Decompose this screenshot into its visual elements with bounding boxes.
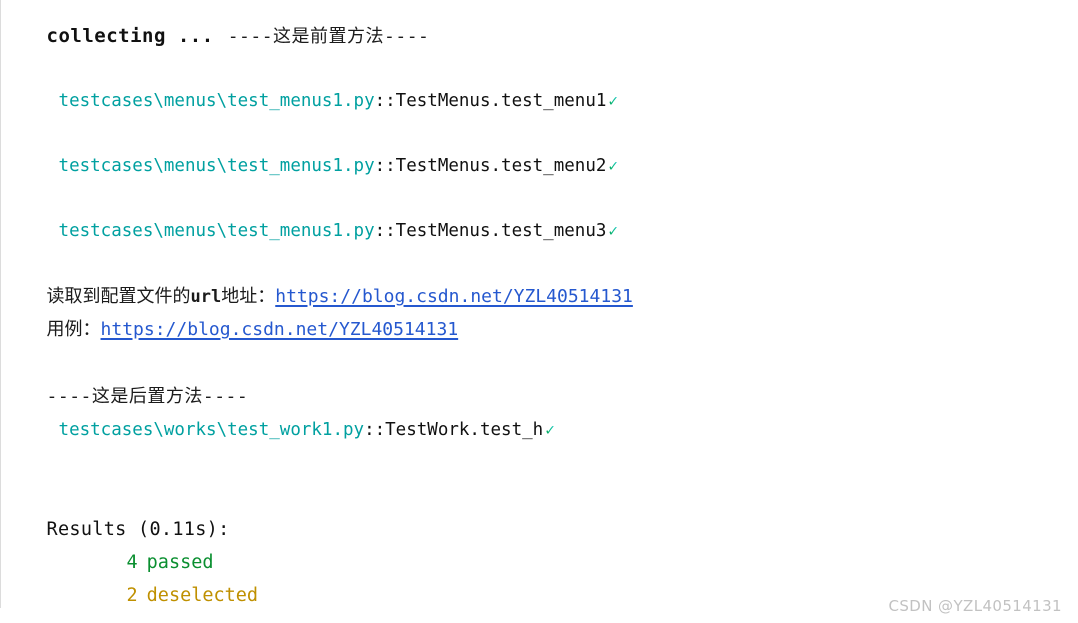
deselected-label: deselected <box>146 585 259 606</box>
test-file-path: testcases\menus\test_menus1.py <box>58 156 375 176</box>
test-case-name: ::TestMenus.test_menu3 <box>374 221 607 241</box>
teardown-banner: ----这是后置方法---- <box>46 386 249 407</box>
check-icon: ✓ <box>608 91 619 110</box>
config-url-link[interactable]: https://blog.csdn.net/YZL40514131 <box>275 286 633 307</box>
passed-label: passed <box>146 552 214 573</box>
case-url-log-line: 用例：https://blog.csdn.net/YZL40514131 <box>8 305 459 355</box>
case-url-link[interactable]: https://blog.csdn.net/YZL40514131 <box>101 319 459 340</box>
setup-banner: ----这是前置方法---- <box>227 26 430 47</box>
csdn-watermark: CSDN @YZL40514131 <box>888 597 1062 615</box>
test-file-path: testcases\works\test_work1.py <box>58 420 365 440</box>
test-case-name: ::TestMenus.test_menu2 <box>374 156 607 176</box>
test-result-row[interactable]: testcases\menus\test_menus1.py::TestMenu… <box>20 207 619 257</box>
check-icon: ✓ <box>608 221 619 240</box>
test-result-row[interactable]: testcases\menus\test_menus1.py::TestMenu… <box>20 142 619 192</box>
config-url-label-prefix: 读取到配置文件的 <box>46 286 191 307</box>
results-row-deselected: 2 deselected <box>88 571 259 622</box>
config-url-label-suffix: 地址： <box>221 286 276 307</box>
case-url-label: 用例： <box>46 319 101 340</box>
test-case-name: ::TestWork.test_h <box>364 420 544 440</box>
results-header-label: Results (0.11s): <box>46 519 230 540</box>
test-result-row[interactable]: testcases\works\test_work1.py::TestWork.… <box>20 406 555 456</box>
test-file-path: testcases\menus\test_menus1.py <box>58 91 375 111</box>
collecting-label: collecting ... <box>46 25 214 47</box>
passed-count: 4 <box>126 552 138 573</box>
deselected-count: 2 <box>126 585 138 606</box>
terminal-output-pane: collecting ... ----这是前置方法---- testcases\m… <box>0 0 1078 622</box>
test-file-path: testcases\menus\test_menus1.py <box>58 221 375 241</box>
test-result-row[interactable]: testcases\menus\test_menus1.py::TestMenu… <box>20 77 619 127</box>
check-icon: ✓ <box>545 420 555 439</box>
collecting-line: collecting ... ----这是前置方法---- <box>8 11 429 62</box>
test-case-name: ::TestMenus.test_menu1 <box>374 91 607 111</box>
config-url-keyword: url <box>190 287 222 307</box>
check-icon: ✓ <box>608 156 619 175</box>
